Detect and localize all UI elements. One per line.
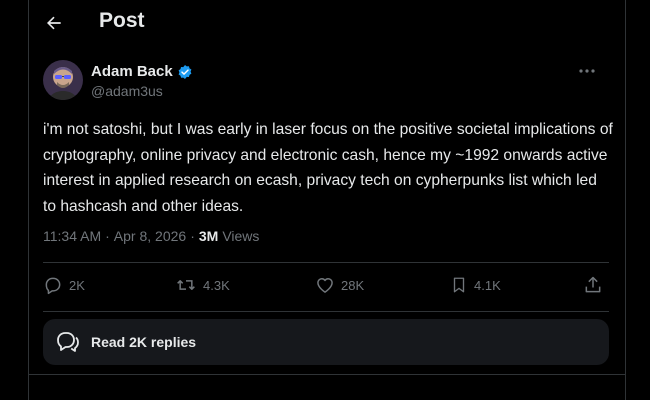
action-bar: 2K 4.3K 28K 4.1K xyxy=(43,263,609,311)
author-display-name[interactable]: Adam Back xyxy=(91,63,173,80)
tweet-time[interactable]: 11:34 AM xyxy=(43,228,101,244)
page-title: Post xyxy=(99,9,145,32)
author-handle[interactable]: @adam3us xyxy=(91,83,163,99)
bookmark-count: 4.1K xyxy=(474,277,501,293)
divider xyxy=(29,374,625,375)
post-column: Post Adam Back @adam3us i'm not satoshi,… xyxy=(28,0,626,400)
tweet-meta: 11:34 AM · Apr 8, 2026 · 3M Views xyxy=(43,228,259,244)
repost-button[interactable]: 4.3K xyxy=(175,275,230,295)
separator-dot: · xyxy=(190,228,195,244)
share-icon xyxy=(585,276,601,293)
author-row: Adam Back @adam3us xyxy=(43,60,603,104)
reply-count: 2K xyxy=(69,277,85,293)
divider xyxy=(43,311,609,312)
avatar[interactable] xyxy=(43,60,83,100)
like-count: 28K xyxy=(341,277,365,293)
replies-bubble-icon xyxy=(57,332,79,352)
bookmark-icon xyxy=(453,277,465,293)
read-replies-label: Read 2K replies xyxy=(91,334,197,350)
bookmark-button[interactable]: 4.1K xyxy=(450,275,501,295)
tweet-text: i'm not satoshi, but I was early in lase… xyxy=(43,121,613,215)
post-header: Post xyxy=(29,0,625,46)
back-button[interactable] xyxy=(39,8,69,38)
more-icon xyxy=(579,69,595,73)
views-label: Views xyxy=(222,228,260,244)
heart-icon xyxy=(317,278,333,293)
more-button[interactable] xyxy=(573,60,601,82)
share-button[interactable] xyxy=(583,275,603,295)
views-count: 3M xyxy=(198,228,219,244)
read-replies-button[interactable]: Read 2K replies xyxy=(43,319,609,365)
verified-badge-icon xyxy=(178,64,192,79)
tweet-date[interactable]: Apr 8, 2026 xyxy=(114,228,186,244)
reply-button[interactable]: 2K xyxy=(43,275,85,295)
repost-icon xyxy=(177,280,195,290)
reply-icon xyxy=(45,277,61,295)
back-arrow-icon xyxy=(47,16,61,30)
repost-count: 4.3K xyxy=(203,277,230,293)
name-row: Adam Back xyxy=(91,63,193,80)
like-button[interactable]: 28K xyxy=(315,275,364,295)
separator-dot: · xyxy=(105,228,110,244)
